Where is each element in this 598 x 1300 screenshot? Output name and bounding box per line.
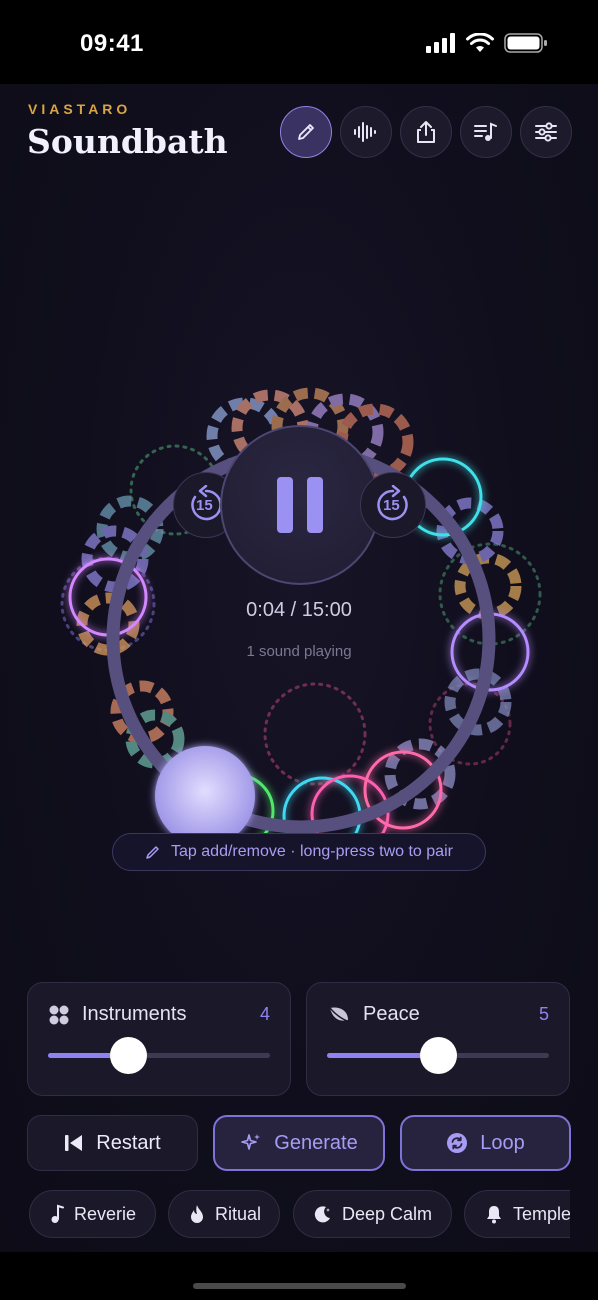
status-bar: 09:41: [0, 0, 598, 84]
loop-label: Loop: [480, 1131, 525, 1154]
status-time: 09:41: [80, 30, 144, 57]
instruments-slider-card: Instruments 4: [27, 982, 291, 1096]
peace-slider-card: Peace 5: [306, 982, 570, 1096]
instruments-value: 4: [259, 1004, 270, 1024]
app-screen: VIASTARO Soundbath 15 15 0:04 / 15:00 1 …: [0, 84, 598, 1252]
toolbar: [280, 106, 572, 158]
playing-status: 1 sound playing: [246, 643, 352, 660]
pause-button[interactable]: [220, 425, 380, 585]
preset-chip-row: Reverie Ritual Deep Calm Temple: [29, 1190, 570, 1238]
share-icon: [417, 121, 435, 143]
music-note-icon: [51, 1204, 64, 1223]
loop-button[interactable]: Loop: [400, 1115, 571, 1171]
preset-chip-reverie[interactable]: Reverie: [29, 1190, 156, 1238]
moon-icon: [314, 1206, 330, 1223]
sliders-icon: [535, 122, 557, 142]
preset-label: Deep Calm: [342, 1203, 433, 1224]
bell-icon: [487, 1206, 501, 1224]
skip-back-label: 15: [196, 497, 213, 514]
loop-icon: [447, 1133, 468, 1153]
preset-chip-deep-calm[interactable]: Deep Calm: [293, 1190, 452, 1238]
leaf-icon: [329, 1007, 348, 1022]
wifi-icon: [466, 33, 494, 52]
peace-slider[interactable]: [327, 1037, 549, 1074]
edit-mode-button[interactable]: [280, 106, 332, 158]
peace-value: 5: [538, 1004, 549, 1024]
pencil-icon: [298, 124, 314, 140]
peace-label: Peace: [363, 1003, 420, 1025]
generate-label: Generate: [274, 1131, 358, 1154]
home-indicator[interactable]: [193, 1283, 406, 1289]
instruments-label: Instruments: [82, 1003, 187, 1025]
skip-forward-button[interactable]: 15: [360, 472, 426, 538]
preset-chip-temple[interactable]: Temple: [464, 1190, 570, 1238]
restart-label: Restart: [96, 1131, 161, 1154]
edit-hint-pill: Tap add/remove · long-press two to pair: [112, 833, 486, 871]
flame-icon: [191, 1205, 203, 1223]
action-row: Restart Generate Loop: [27, 1115, 571, 1171]
preset-label: Reverie: [74, 1203, 137, 1224]
hint-text: Tap add/remove · long-press two to pair: [171, 843, 453, 860]
brand-label: VIASTARO: [28, 101, 132, 117]
restart-icon: [65, 1135, 83, 1151]
preset-label: Ritual: [215, 1203, 262, 1224]
waveform-icon: [354, 122, 376, 142]
battery-icon: [504, 33, 547, 53]
playback-time: 0:04 / 15:00: [246, 599, 352, 621]
generate-button[interactable]: Generate: [213, 1115, 385, 1171]
cellular-signal-icon: [426, 33, 455, 53]
instruments-slider[interactable]: [48, 1037, 270, 1074]
pause-icon: [277, 477, 323, 533]
page-title: Soundbath: [27, 122, 228, 161]
playlist-button[interactable]: [460, 106, 512, 158]
peace-slider-thumb[interactable]: [420, 1037, 457, 1074]
restart-button[interactable]: Restart: [27, 1115, 198, 1171]
instruments-icon: [49, 1005, 69, 1024]
settings-sliders-button[interactable]: [520, 106, 572, 158]
playlist-icon: [474, 122, 497, 141]
waveform-button[interactable]: [340, 106, 392, 158]
active-sound-orb: [155, 746, 255, 844]
preset-chip-ritual[interactable]: Ritual: [168, 1190, 280, 1238]
sparkles-icon: [241, 1134, 261, 1150]
preset-label: Temple: [513, 1203, 570, 1224]
home-indicator-area: [0, 1252, 598, 1300]
pencil-icon: [146, 846, 159, 859]
instruments-slider-thumb[interactable]: [109, 1037, 147, 1074]
skip-forward-label: 15: [383, 497, 400, 514]
share-button[interactable]: [400, 106, 452, 158]
